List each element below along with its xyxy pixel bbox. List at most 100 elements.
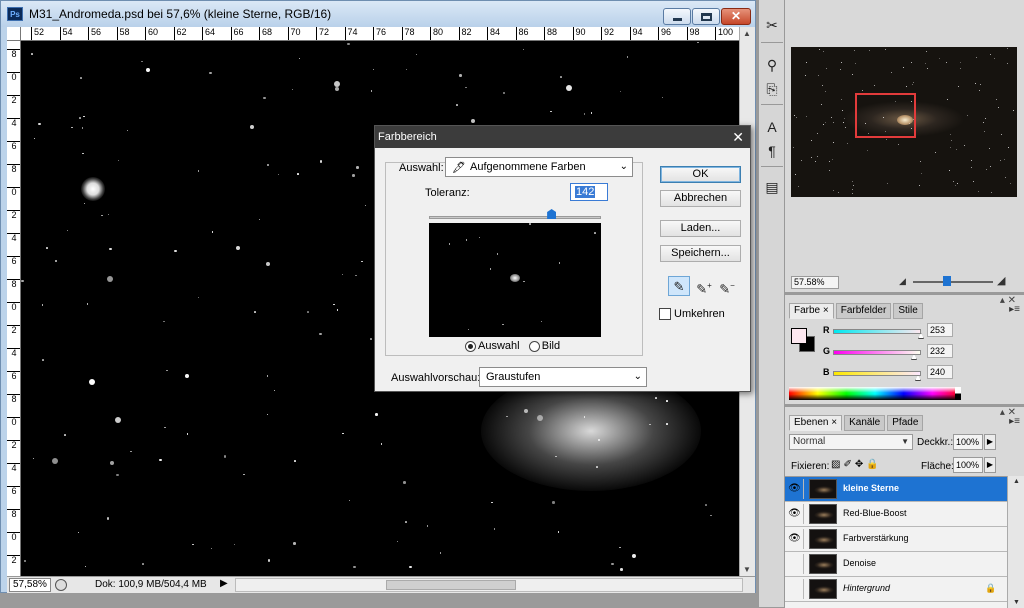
scroll-down-icon[interactable]: ▼ <box>1013 599 1020 606</box>
history-brush-icon[interactable]: ⎘ <box>761 78 783 100</box>
layer-row[interactable]: 👁 Red-Blue-Boost <box>785 502 1007 527</box>
lock-transparency-icon[interactable]: ▨ <box>831 459 843 470</box>
eyedropper-icon[interactable]: ✎ <box>668 276 690 296</box>
eyedropper-plus-icon[interactable]: ✎+ <box>693 276 715 296</box>
blue-value[interactable]: 240 <box>927 365 953 379</box>
panel-menu-icon[interactable]: ▸≡ <box>1009 304 1020 315</box>
star <box>210 547 213 550</box>
green-value[interactable]: 232 <box>927 344 953 358</box>
layers-scrollbar[interactable]: ▲ ▼ <box>1007 476 1024 608</box>
selection-preview[interactable] <box>429 223 601 337</box>
scroll-up-icon[interactable]: ▲ <box>743 29 751 38</box>
star <box>493 528 496 530</box>
notes-icon[interactable]: ▤ <box>761 176 783 198</box>
navigator-thumbnail[interactable] <box>791 47 1017 197</box>
lock-all-icon[interactable]: 🔒 <box>866 459 881 470</box>
star <box>266 163 270 167</box>
ok-button[interactable]: OK <box>660 166 741 183</box>
scroll-thumb[interactable] <box>386 580 516 590</box>
layer-row[interactable]: 👁 Farbverstärkung <box>785 527 1007 552</box>
foreground-color-swatch[interactable] <box>791 328 807 344</box>
visibility-toggle-empty[interactable] <box>786 554 804 574</box>
select-dropdown[interactable]: 🖋 Aufgenommene Farben ⌄ <box>445 157 633 177</box>
eyedropper-minus-icon[interactable]: ✎− <box>716 276 738 296</box>
document-titlebar[interactable]: Ps M31_Andromeda.psd bei 57,6% (kleine S… <box>1 1 755 27</box>
green-slider[interactable] <box>833 350 921 355</box>
paragraph-icon[interactable]: ¶ <box>761 140 783 162</box>
radio-selection[interactable]: Auswahl <box>465 340 520 352</box>
black-white-swatch[interactable] <box>955 387 961 400</box>
tab-farbe[interactable]: Farbe × <box>789 303 834 319</box>
ruler-tick: 4 <box>7 463 20 473</box>
tab-kanaele[interactable]: Kanäle <box>844 415 886 431</box>
tab-close-icon[interactable]: × <box>823 305 829 316</box>
red-value[interactable]: 253 <box>927 323 953 337</box>
layer-row[interactable]: Denoise <box>785 552 1007 577</box>
zoom-out-icon[interactable]: ◢ <box>899 276 906 287</box>
panel-tool-strip: ✂ ⚲ ⎘ A ¶ ▤ <box>758 0 784 607</box>
star <box>816 132 818 134</box>
radio-selection-dot[interactable] <box>465 340 476 352</box>
radio-image-dot[interactable] <box>528 340 540 352</box>
star <box>79 117 81 119</box>
star <box>550 110 552 113</box>
fill-arrow-icon[interactable]: ▶ <box>984 457 996 473</box>
preview-dropdown[interactable]: Graustufen ⌄ <box>479 367 647 387</box>
tab-close-icon[interactable]: × <box>831 417 837 428</box>
eye-icon[interactable]: 👁 <box>786 479 804 499</box>
fill-input[interactable]: 100% <box>953 457 983 473</box>
radio-image[interactable]: Bild <box>528 340 560 352</box>
tab-stile[interactable]: Stile <box>893 303 923 319</box>
status-menu-arrow-icon[interactable]: ▶ <box>220 578 228 589</box>
eye-icon[interactable]: 👁 <box>786 529 804 549</box>
star <box>832 158 834 160</box>
ruler-vertical[interactable]: 8 0 2 4 6 8 0 2 4 6 8 0 2 4 6 8 0 2 4 6 8 0 2 <box>7 41 21 576</box>
ruler-horizontal[interactable]: 52 54 56 58 60 62 64 66 68 70 72 74 76 78 80 82 84 86 88 90… <box>21 27 739 41</box>
horizontal-scrollbar[interactable] <box>235 578 743 592</box>
visibility-toggle-empty[interactable] <box>786 579 804 599</box>
tab-pfade[interactable]: Pfade <box>887 415 924 431</box>
minimize-button[interactable] <box>663 8 691 25</box>
scroll-down-icon[interactable]: ▼ <box>743 565 751 574</box>
invert-checkbox-box[interactable] <box>659 308 671 321</box>
tolerance-slider-track[interactable] <box>429 216 601 219</box>
panel-menu-icon[interactable]: ▸≡ <box>1009 416 1020 427</box>
invert-checkbox[interactable]: Umkehren <box>659 308 725 321</box>
ruler-origin[interactable] <box>7 27 21 41</box>
tab-ebenen[interactable]: Ebenen × <box>789 415 843 431</box>
lock-position-icon[interactable]: ✥ <box>855 459 866 470</box>
tab-farbfelder[interactable]: Farbfelder <box>835 303 892 319</box>
tools-icon[interactable]: ✂ <box>761 14 783 36</box>
navigator-zoom-thumb[interactable] <box>943 276 951 286</box>
lock-pixels-icon[interactable]: ✐ <box>843 459 854 470</box>
maximize-button[interactable] <box>692 8 720 25</box>
star <box>970 159 972 161</box>
eye-icon[interactable]: 👁 <box>786 504 804 524</box>
zoom-in-icon[interactable]: ◢ <box>997 274 1005 287</box>
close-window-button[interactable]: ✕ <box>721 8 751 25</box>
character-icon[interactable]: A <box>761 116 783 138</box>
blend-mode-dropdown[interactable]: Normal ▼ <box>789 434 913 450</box>
load-button[interactable]: Laden... <box>660 220 741 237</box>
invert-label: Umkehren <box>674 308 725 320</box>
layer-row[interactable]: Hintergrund 🔒 <box>785 577 1007 602</box>
zoom-field[interactable]: 57,58% <box>9 578 51 592</box>
cancel-button[interactable]: Abbrechen <box>660 190 741 207</box>
navigator-zoom-slider[interactable] <box>913 281 993 283</box>
color-spectrum[interactable] <box>789 387 961 400</box>
blue-slider[interactable] <box>833 371 921 376</box>
red-slider[interactable] <box>833 329 921 334</box>
star <box>197 170 200 172</box>
star <box>42 359 44 361</box>
dialog-titlebar[interactable]: Farbbereich ✕ <box>375 126 750 148</box>
save-button[interactable]: Speichern... <box>660 245 741 262</box>
clone-stamp-icon[interactable]: ⚲ <box>761 54 783 76</box>
opacity-input[interactable]: 100% <box>953 434 983 450</box>
tolerance-input[interactable]: 142 <box>570 183 608 201</box>
status-icon[interactable] <box>55 579 67 591</box>
opacity-arrow-icon[interactable]: ▶ <box>984 434 996 450</box>
navigator-zoom-field[interactable]: 57.58% <box>791 276 839 289</box>
layer-row[interactable]: 👁 kleine Sterne <box>785 477 1007 502</box>
dialog-close-icon[interactable]: ✕ <box>732 126 744 148</box>
scroll-up-icon[interactable]: ▲ <box>1013 478 1020 485</box>
